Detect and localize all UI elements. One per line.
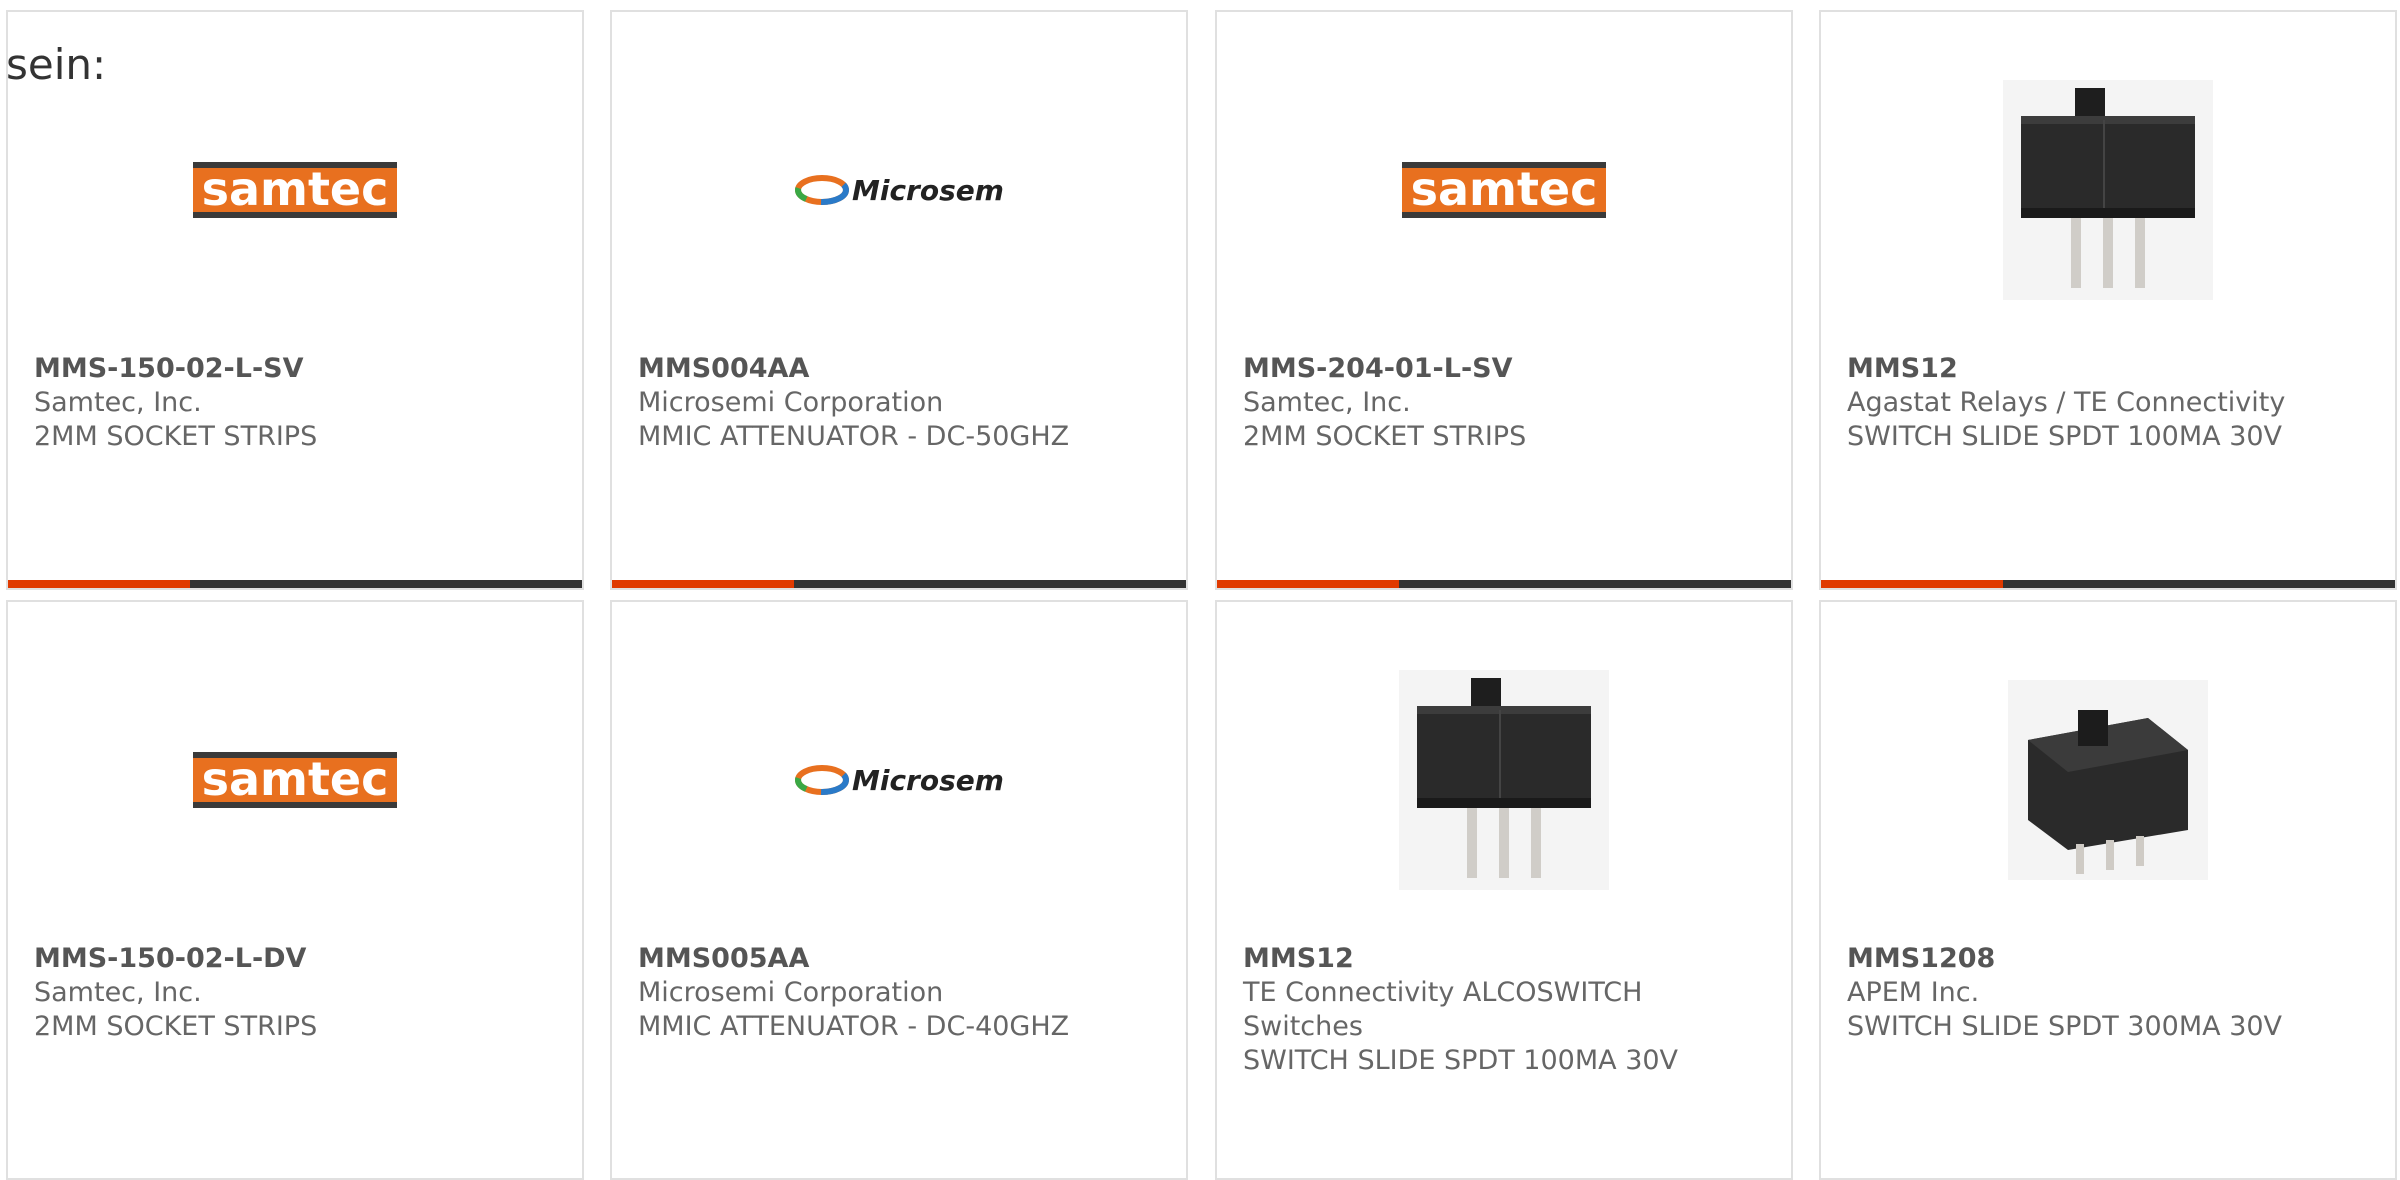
description: SWITCH SLIDE SPDT 100MA 30V xyxy=(1847,421,2283,452)
description: SWITCH SLIDE SPDT 300MA 30V xyxy=(1847,1011,2283,1042)
description: MMIC ATTENUATOR - DC-40GHZ xyxy=(638,1011,1070,1042)
card-bottom-bar xyxy=(1217,580,1791,588)
product-card[interactable]: samtec MMS-204-01-L-SV Samtec, Inc. 2MM … xyxy=(1215,10,1793,590)
product-image[interactable]: Microsemi xyxy=(612,70,1186,310)
card-accent xyxy=(612,580,794,588)
product-card[interactable]: samtec MMS-150-02-L-SV Samtec, Inc. 2MM … xyxy=(6,10,584,590)
microsemi-logo: Microsemi xyxy=(795,174,1004,207)
part-number[interactable]: MMS005AA xyxy=(638,942,1166,976)
samtec-logo: samtec xyxy=(193,752,397,808)
card-bottom-bar xyxy=(8,580,582,588)
card-accent xyxy=(1217,580,1399,588)
product-card[interactable]: Microsemi MMS005AA Microsemi Corporation… xyxy=(610,600,1188,1180)
product-card[interactable]: MMS12 TE Connectivity ALCOSWITCH Switche… xyxy=(1215,600,1793,1180)
microsemi-logo: Microsemi xyxy=(795,764,1004,797)
part-number[interactable]: MMS12 xyxy=(1243,942,1771,976)
part-number[interactable]: MMS-150-02-L-DV xyxy=(34,942,562,976)
description: MMIC ATTENUATOR - DC-50GHZ xyxy=(638,421,1070,452)
product-card[interactable]: MMS12 Agastat Relays / TE Connectivity S… xyxy=(1819,10,2397,590)
svg-text:samtec: samtec xyxy=(1411,162,1598,216)
samtec-logo: samtec xyxy=(193,162,397,218)
svg-text:Microsemi: Microsemi xyxy=(852,764,1004,797)
manufacturer: Agastat Relays / TE Connectivity xyxy=(1847,387,2286,418)
card-bottom-bar xyxy=(1821,580,2395,588)
manufacturer: TE Connectivity ALCOSWITCH Switches xyxy=(1243,977,1643,1042)
manufacturer: Samtec, Inc. xyxy=(34,387,202,418)
slide-switch-photo xyxy=(2003,80,2213,300)
product-card[interactable]: samtec MMS-150-02-L-DV Samtec, Inc. 2MM … xyxy=(6,600,584,1180)
description: 2MM SOCKET STRIPS xyxy=(34,421,318,452)
description: 2MM SOCKET STRIPS xyxy=(34,1011,318,1042)
svg-text:Microsemi: Microsemi xyxy=(852,174,1004,207)
slide-switch-photo xyxy=(1399,670,1609,890)
manufacturer: Samtec, Inc. xyxy=(1243,387,1411,418)
manufacturer: Samtec, Inc. xyxy=(34,977,202,1008)
samtec-logo: samtec xyxy=(1402,162,1606,218)
product-image[interactable]: samtec xyxy=(8,660,582,900)
intro-text: sein: xyxy=(6,40,107,89)
product-image[interactable]: samtec xyxy=(8,70,582,310)
manufacturer: APEM Inc. xyxy=(1847,977,1980,1008)
manufacturer: Microsemi Corporation xyxy=(638,977,944,1008)
product-image[interactable] xyxy=(1821,70,2395,310)
svg-text:samtec: samtec xyxy=(202,162,389,216)
part-number[interactable]: MMS12 xyxy=(1847,352,2375,386)
part-number[interactable]: MMS004AA xyxy=(638,352,1166,386)
product-image[interactable]: samtec xyxy=(1217,70,1791,310)
card-accent xyxy=(8,580,190,588)
description: SWITCH SLIDE SPDT 100MA 30V xyxy=(1243,1045,1679,1076)
card-accent xyxy=(1821,580,2003,588)
manufacturer: Microsemi Corporation xyxy=(638,387,944,418)
card-bottom-bar xyxy=(612,580,1186,588)
svg-text:samtec: samtec xyxy=(202,752,389,806)
product-image[interactable] xyxy=(1821,660,2395,900)
slide-switch-photo xyxy=(2008,680,2208,880)
product-image[interactable]: Microsemi xyxy=(612,660,1186,900)
part-number[interactable]: MMS-204-01-L-SV xyxy=(1243,352,1771,386)
product-image[interactable] xyxy=(1217,660,1791,900)
part-number[interactable]: MMS-150-02-L-SV xyxy=(34,352,562,386)
product-card[interactable]: MMS1208 APEM Inc. SWITCH SLIDE SPDT 300M… xyxy=(1819,600,2397,1180)
product-card[interactable]: Microsemi MMS004AA Microsemi Corporation… xyxy=(610,10,1188,590)
description: 2MM SOCKET STRIPS xyxy=(1243,421,1527,452)
part-number[interactable]: MMS1208 xyxy=(1847,942,2375,976)
